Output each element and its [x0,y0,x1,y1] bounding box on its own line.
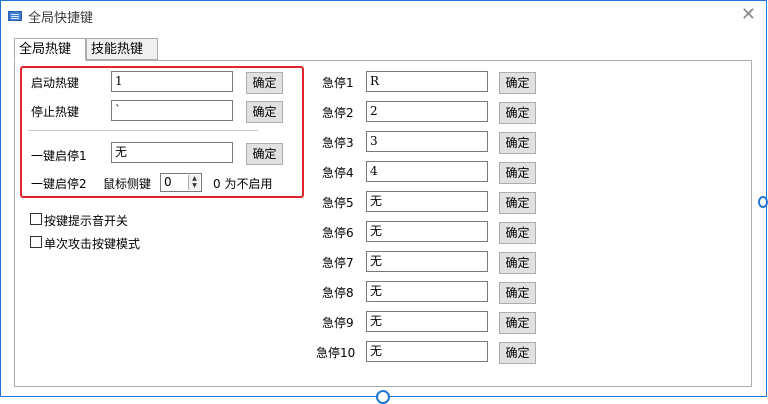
emergency-stop-input-1[interactable]: R [366,71,488,92]
emergency-stop-label-1: 急停1 [322,76,354,90]
single-attack-checkbox[interactable] [30,236,42,248]
emergency-stop-input-4[interactable]: 4 [366,161,488,182]
one-key-2-label: 一键启停2 [31,177,87,191]
emergency-stop-input-7[interactable]: 无 [366,251,488,272]
stop-hotkey-confirm-button[interactable]: 确定 [246,101,283,123]
emergency-stop-input-10[interactable]: 无 [366,341,488,362]
spinner-arrows-icon[interactable]: ▲ ▼ [188,175,200,190]
emergency-stop-confirm-button-2[interactable]: 确定 [499,102,536,124]
start-hotkey-input[interactable]: 1 [111,71,233,92]
emergency-stop-label-5: 急停5 [322,196,354,210]
start-hotkey-confirm-button[interactable]: 确定 [246,72,283,94]
window-title: 全局快捷键 [28,11,94,26]
resize-handle-icon[interactable] [758,196,768,208]
emergency-stop-label-9: 急停9 [322,316,354,330]
tab-skill-hotkeys[interactable]: 技能热键 [86,38,158,60]
stop-hotkey-label: 停止热键 [31,105,80,119]
close-icon[interactable]: ✕ [741,4,756,25]
disable-hint: 0 为不启用 [213,177,273,191]
emergency-stop-confirm-button-3[interactable]: 确定 [499,132,536,154]
keyboard-icon [8,11,22,21]
emergency-stop-input-2[interactable]: 2 [366,101,488,122]
separator-line [28,130,258,131]
emergency-stop-confirm-button-4[interactable]: 确定 [499,162,536,184]
emergency-stop-label-7: 急停7 [322,256,354,270]
single-attack-label[interactable]: 单次攻击按键模式 [44,235,140,252]
start-hotkey-label: 启动热键 [31,76,80,90]
emergency-stop-confirm-button-10[interactable]: 确定 [499,342,536,364]
spinner-value: 0 [164,175,172,189]
one-key-1-confirm-button[interactable]: 确定 [246,143,283,165]
emergency-stop-input-8[interactable]: 无 [366,281,488,302]
title-bar: 全局快捷键 ✕ [1,1,766,31]
one-key-1-label: 一键启停1 [31,149,87,163]
sound-toggle-checkbox[interactable] [30,213,42,225]
mouse-side-key-spinner[interactable]: 0 ▲ ▼ [160,173,202,192]
emergency-stop-input-6[interactable]: 无 [366,221,488,242]
emergency-stop-label-4: 急停4 [322,166,354,180]
one-key-1-input[interactable]: 无 [111,142,233,163]
emergency-stop-input-9[interactable]: 无 [366,311,488,332]
emergency-stop-confirm-button-5[interactable]: 确定 [499,192,536,214]
emergency-stop-input-5[interactable]: 无 [366,191,488,212]
resize-handle-bottom-icon[interactable] [376,390,390,404]
emergency-stop-confirm-button-7[interactable]: 确定 [499,252,536,274]
emergency-stop-confirm-button-1[interactable]: 确定 [499,72,536,94]
emergency-stop-input-3[interactable]: 3 [366,131,488,152]
emergency-stop-confirm-button-6[interactable]: 确定 [499,222,536,244]
emergency-stop-label-3: 急停3 [322,136,354,150]
stop-hotkey-input[interactable]: ` [111,100,233,121]
emergency-stop-label-6: 急停6 [322,226,354,240]
sound-toggle-label[interactable]: 按键提示音开关 [44,212,128,229]
emergency-stop-confirm-button-9[interactable]: 确定 [499,312,536,334]
emergency-stop-label-2: 急停2 [322,106,354,120]
emergency-stop-label-8: 急停8 [322,286,354,300]
emergency-stop-label-10: 急停10 [316,346,356,360]
tab-global-hotkeys[interactable]: 全局热键 [14,38,86,61]
emergency-stop-confirm-button-8[interactable]: 确定 [499,282,536,304]
mouse-side-key-label: 鼠标侧键 [103,177,152,191]
